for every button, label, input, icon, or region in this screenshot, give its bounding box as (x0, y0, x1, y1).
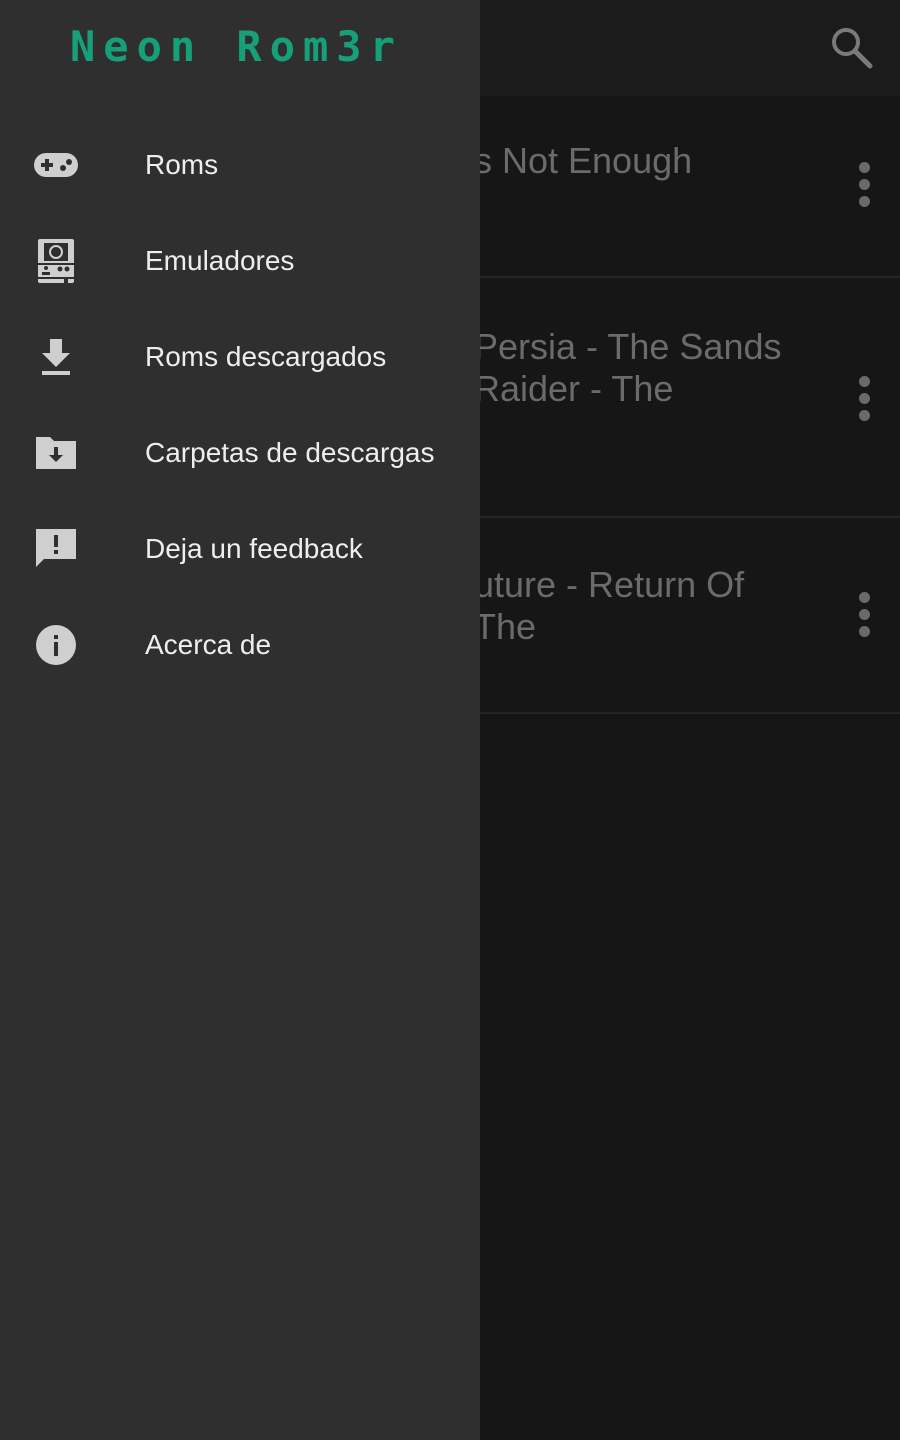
info-icon (32, 621, 80, 669)
nav-label: Roms descargados (145, 341, 387, 372)
download-icon (32, 333, 80, 381)
nav-label: Deja un feedback (145, 533, 363, 564)
feedback-icon (32, 525, 80, 573)
nav-label: Roms (145, 149, 219, 180)
nav-item-acerca-de[interactable]: Acerca de (0, 597, 480, 693)
rom-title: uture - Return Of The (474, 564, 745, 647)
rom-title: Persia - The Sands Raider - The (474, 326, 782, 409)
nav-item-emuladores[interactable]: Emuladores (0, 213, 480, 309)
search-icon[interactable] (826, 22, 878, 74)
nav-label: Acerca de (145, 629, 272, 660)
download-folder-icon (32, 429, 80, 477)
gamepad-icon (32, 141, 80, 189)
nav-item-roms[interactable]: Roms (0, 117, 480, 213)
nav-label: Emuladores (145, 245, 295, 276)
rom-title: s Not Enough (474, 140, 693, 181)
nav-label: Carpetas de descargas (145, 437, 435, 468)
nav-item-carpetas-de-descargas[interactable]: Carpetas de descargas (0, 405, 480, 501)
more-vert-icon[interactable] (848, 592, 880, 652)
more-vert-icon[interactable] (848, 376, 880, 436)
navigation-drawer: Neon Rom3r Roms Emuladores Roms descarga… (0, 0, 480, 1440)
arcade-machine-icon (32, 237, 80, 285)
app-logo: Neon Rom3r (70, 22, 403, 71)
more-vert-icon[interactable] (848, 162, 880, 222)
nav-item-roms-descargados[interactable]: Roms descargados (0, 309, 480, 405)
nav-item-feedback[interactable]: Deja un feedback (0, 501, 480, 597)
